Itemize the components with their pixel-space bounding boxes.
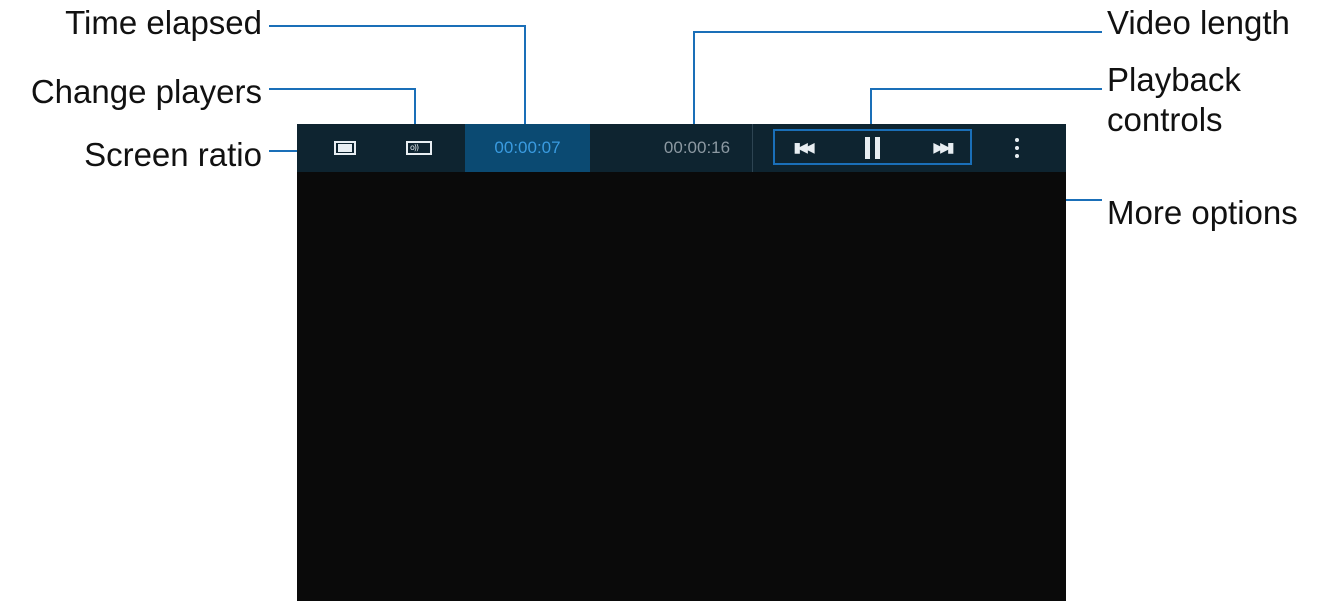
callout-screen-ratio: Screen ratio: [84, 136, 262, 173]
change-players-button[interactable]: o)): [401, 124, 437, 172]
callout-more-options: More options: [1107, 194, 1298, 231]
previous-button[interactable]: ▮◀◀: [787, 124, 817, 172]
leader-line: [870, 88, 1102, 90]
previous-track-icon: ▮◀◀: [793, 140, 814, 156]
callout-time-elapsed: Time elapsed: [65, 4, 262, 41]
video-length-display: 00:00:16: [657, 124, 737, 172]
callout-playback-line1: Playback: [1107, 61, 1241, 98]
next-button[interactable]: ▶▶▮: [927, 124, 957, 172]
leader-line: [269, 25, 526, 27]
next-track-icon: ▶▶▮: [933, 140, 954, 156]
leader-line: [693, 31, 1102, 33]
screen-ratio-button[interactable]: [327, 124, 363, 172]
callout-playback-line2: controls: [1107, 101, 1223, 138]
callout-video-length: Video length: [1107, 4, 1290, 41]
more-options-button[interactable]: [1005, 124, 1029, 172]
player-toolbar: o)) 00:00:07 00:00:16 ▮◀◀ ▶▶▮: [297, 124, 1066, 172]
time-elapsed-display: 00:00:07: [465, 124, 590, 172]
leader-line: [269, 88, 416, 90]
video-length: 00:00:16: [663, 138, 731, 157]
pause-button[interactable]: [857, 124, 887, 172]
pause-icon: [864, 137, 880, 159]
time-elapsed: 00:00:07: [494, 138, 561, 157]
callout-change-players: Change players: [30, 73, 262, 110]
callout-playback-controls: Playback controls: [1107, 60, 1241, 140]
more-options-icon: [1015, 138, 1019, 158]
change-players-icon: o)): [406, 141, 432, 155]
screen-ratio-icon: [334, 141, 356, 155]
video-area[interactable]: [297, 172, 1066, 601]
toolbar-divider: [752, 124, 753, 172]
video-player[interactable]: o)) 00:00:07 00:00:16 ▮◀◀ ▶▶▮: [297, 124, 1066, 601]
